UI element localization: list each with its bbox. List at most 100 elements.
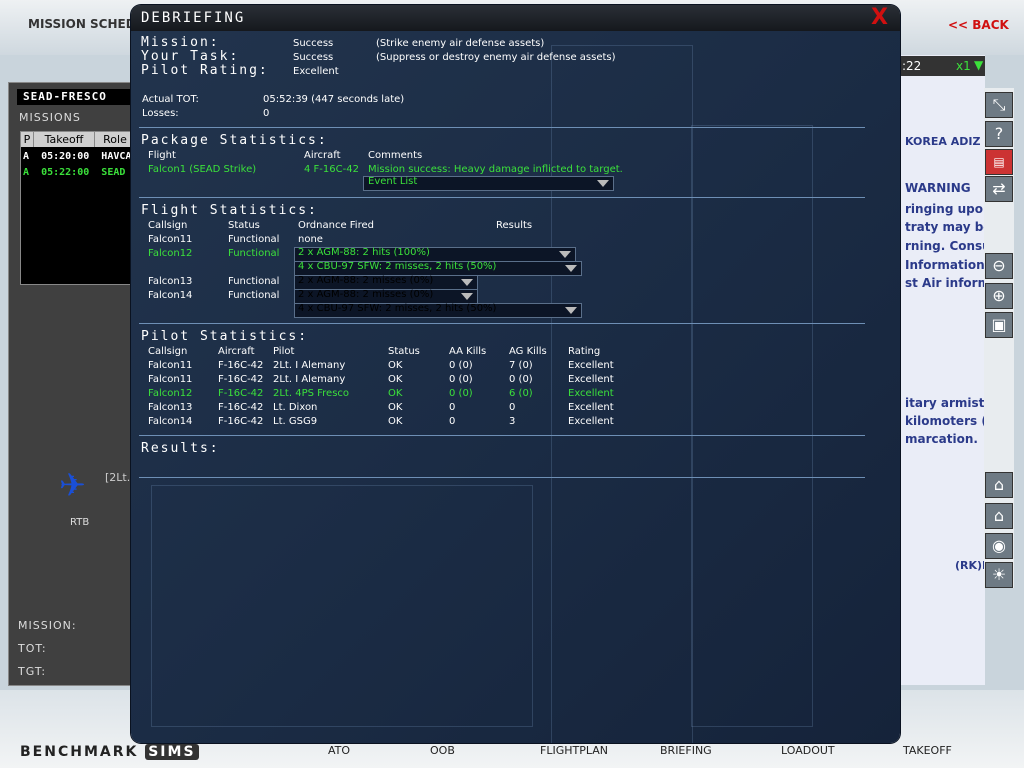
tgt-label: TGT: <box>18 665 47 678</box>
col-aircraft: Aircraft <box>304 150 341 161</box>
swap-icon[interactable]: ⇄ <box>985 176 1013 202</box>
nav-oob[interactable]: OOB <box>430 744 455 757</box>
divider <box>139 127 865 128</box>
missions-table: P Takeoff Role A 05:20:00 HAVCA A 05:22:… <box>20 131 137 285</box>
chevron-down-icon[interactable] <box>559 251 571 258</box>
col-header-takeoff[interactable]: Takeoff <box>34 132 95 147</box>
mission-row[interactable]: A 05:20:00 HAVCA <box>23 151 131 162</box>
nav-ato[interactable]: ATO <box>328 744 350 757</box>
package-flight[interactable]: Falcon1 (SEAD Strike) <box>148 164 256 175</box>
flight-callsign: Falcon12 <box>148 248 193 259</box>
threat-icon[interactable]: ⌂ <box>985 472 1013 498</box>
flight-status: Functional <box>228 276 280 287</box>
ordnance-result: 2 x AGM-88: 2 hits (100%) <box>298 247 430 258</box>
col-ordnance: Ordnance Fired <box>298 220 374 231</box>
flight-callsign: Falcon11 <box>148 234 193 245</box>
zoom-in-icon[interactable]: ⊕ <box>985 283 1013 309</box>
pilot-aircraft: F-16C-42 <box>218 374 264 385</box>
pilot-name: 2Lt. 4PS Fresco <box>273 388 350 399</box>
nav-flightplan[interactable]: FLIGHTPLAN <box>540 744 608 757</box>
pilot-status: OK <box>388 374 403 385</box>
ordnance-dropdown[interactable]: 2 x AGM-88: 2 hits (100%) <box>294 247 576 262</box>
nav-briefing[interactable]: BRIEFING <box>660 744 712 757</box>
pilot-rating: Excellent <box>568 374 614 385</box>
back-button[interactable]: << BACK <box>948 18 1009 32</box>
col-callsign: Callsign <box>148 346 188 357</box>
task-desc: (Suppress or destroy enemy air defense a… <box>376 52 616 63</box>
nav-loadout[interactable]: LOADOUT <box>781 744 835 757</box>
debriefing-dialog: DEBRIEFING X Mission: Success (Strike en… <box>131 5 900 743</box>
ordnance-dropdown[interactable]: 4 x CBU-97 SFW: 2 misses, 2 hits (50%) <box>294 303 582 318</box>
ordnance-dropdown[interactable]: 2 x AGM-88: 2 misses (0%) <box>294 275 478 290</box>
losses-label: Losses: <box>142 108 179 119</box>
divider <box>139 477 865 478</box>
task-value: Success <box>293 52 334 63</box>
close-icon[interactable]: X <box>871 5 888 30</box>
clock-bar: :22 x1 ▼ <box>900 56 985 76</box>
chevron-down-icon[interactable] <box>597 180 609 187</box>
col-status: Status <box>388 346 420 357</box>
fit-icon[interactable]: ▣ <box>985 312 1013 338</box>
event-list-label: Event List <box>368 176 418 187</box>
chevron-down-icon[interactable] <box>565 307 577 314</box>
map-label: ringing upon <box>905 202 992 216</box>
pilot-rating: Excellent <box>568 360 614 371</box>
flight-ordnance: none <box>298 234 323 245</box>
divider <box>139 197 865 198</box>
pilot-name: 2Lt. I Alemany <box>273 360 346 371</box>
map-label: rning. Consul <box>905 239 995 253</box>
chevron-down-icon[interactable] <box>461 279 473 286</box>
flag-icon[interactable]: ▤ <box>985 149 1013 175</box>
rating-label: Pilot Rating: <box>141 63 269 78</box>
pilot-aircraft: F-16C-42 <box>218 388 264 399</box>
rtb-label: RTB <box>70 517 90 528</box>
pilot-ag-kills: 0 (0) <box>509 374 533 385</box>
flight-callsign: Falcon13 <box>148 276 193 287</box>
dialog-titlebar <box>131 5 900 31</box>
flight-status: Functional <box>228 290 280 301</box>
pilot-name: Lt. GSG9 <box>273 416 318 427</box>
pilot-callsign: Falcon13 <box>148 402 193 413</box>
col-rating: Rating <box>568 346 601 357</box>
aircraft-icon[interactable]: ✈ <box>59 466 86 504</box>
ordnance-dropdown[interactable]: 2 x AGM-88: 2 misses (0%) <box>294 289 478 304</box>
resize-icon[interactable]: ⤡ <box>985 92 1013 118</box>
pilot-aircraft: F-16C-42 <box>218 416 264 427</box>
pilot-status: OK <box>388 388 403 399</box>
col-header-role[interactable]: Role <box>95 132 136 147</box>
col-results: Results <box>496 220 533 231</box>
chevron-down-icon[interactable] <box>461 293 473 300</box>
event-list-dropdown[interactable]: Event List <box>363 176 614 191</box>
mission-row-selected[interactable]: A 05:22:00 SEAD S <box>23 167 137 178</box>
pilot-rating: Excellent <box>568 402 614 413</box>
mission-value: Success <box>293 38 334 49</box>
pilot-label: [2Lt. <box>105 471 131 484</box>
layers-icon[interactable]: ◉ <box>985 533 1013 559</box>
map-label: WARNING <box>905 181 971 195</box>
pilot-name: Lt. Dixon <box>273 402 318 413</box>
chevron-down-icon[interactable] <box>565 265 577 272</box>
ordnance-dropdown[interactable]: 4 x CBU-97 SFW: 2 misses, 2 hits (50%) <box>294 261 582 276</box>
nav-takeoff[interactable]: TAKEOFF <box>903 744 952 757</box>
clock-time: :22 <box>902 59 922 73</box>
time-compression[interactable]: x1 <box>956 59 971 73</box>
col-aircraft: Aircraft <box>218 346 255 357</box>
divider <box>139 435 865 436</box>
losses-value: 0 <box>263 108 270 119</box>
chevron-down-icon[interactable]: ▼ <box>974 58 983 72</box>
mission-label: MISSION: <box>18 619 77 632</box>
flight-stats-header: Flight Statistics: <box>141 203 318 218</box>
weather-icon[interactable]: ☀ <box>985 562 1013 588</box>
col-header-p[interactable]: P <box>21 132 34 147</box>
help-icon[interactable]: ? <box>985 121 1013 147</box>
pilot-aircraft: F-16C-42 <box>218 402 264 413</box>
rating-value: Excellent <box>293 66 339 77</box>
col-callsign: Callsign <box>148 220 188 231</box>
pilot-callsign: Falcon14 <box>148 416 193 427</box>
threat-2-icon[interactable]: ⌂ <box>985 503 1013 529</box>
pilot-callsign: Falcon11 <box>148 374 193 385</box>
pilot-rating: Excellent <box>568 388 614 399</box>
map-panel[interactable] <box>900 55 985 685</box>
mission-list-panel: SEAD-FRESCO MISSIONS P Takeoff Role A 05… <box>8 82 140 686</box>
zoom-out-icon[interactable]: ⊖ <box>985 253 1013 279</box>
